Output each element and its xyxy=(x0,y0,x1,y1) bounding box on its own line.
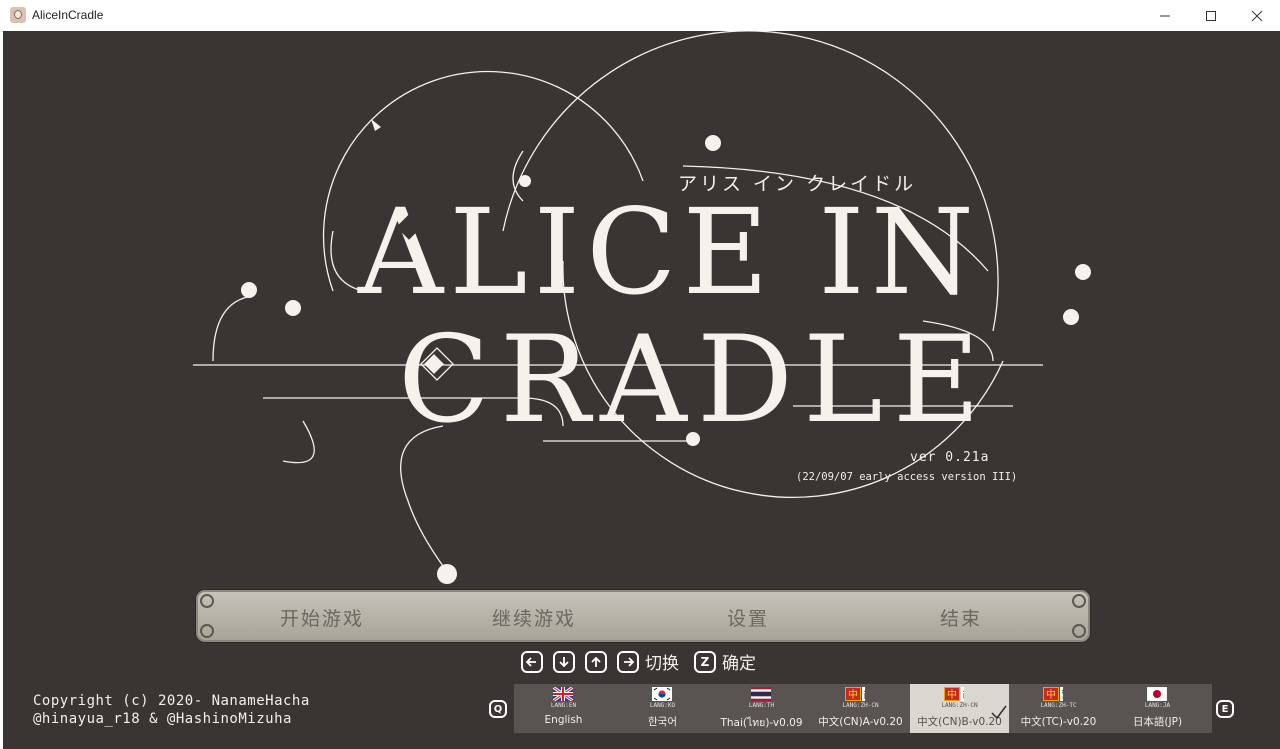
chinese-simplified-icon: 中 简 xyxy=(944,687,964,701)
lang-option-english[interactable]: LANG:EN English xyxy=(514,684,613,733)
copyright-line2: @hinayua_r18 & @HashinoMizuha xyxy=(33,711,292,727)
minimize-icon xyxy=(1160,15,1170,16)
continue-game-button[interactable]: 继续游戏 xyxy=(492,604,576,631)
version-label: ver 0.21a xyxy=(910,450,990,465)
corner-ornament xyxy=(1072,594,1086,608)
lang-option-japanese[interactable]: LANG:JA 日本語(JP) xyxy=(1108,684,1207,733)
arrow-down-icon xyxy=(553,650,575,673)
copyright-line1: Copyright (c) 2020- NanameHacha xyxy=(33,693,310,709)
lang-option-chinese-tc[interactable]: 中 繁 LANG:ZH-TC 中文(TC)-v0.20 xyxy=(1009,684,1108,733)
corner-ornament xyxy=(1072,624,1086,638)
lang-code: LANG:TH xyxy=(748,702,775,709)
lang-name: 中文(CN)A-v0.20 xyxy=(818,716,903,728)
svg-text:简: 简 xyxy=(864,688,866,701)
corner-ornament xyxy=(200,594,214,608)
lang-code: LANG:EN xyxy=(550,702,577,709)
lang-option-thai[interactable]: LANG:TH Thai(ไทย)-v0.09 xyxy=(712,684,811,733)
japan-flag-icon xyxy=(1147,687,1167,701)
lang-option-chinese-cn-a[interactable]: 中 简 LANG:ZH-CN 中文(CN)A-v0.20 xyxy=(811,684,910,733)
confirm-label: 确定 xyxy=(722,654,756,674)
lang-code: LANG:KO xyxy=(649,702,676,709)
svg-text:繁: 繁 xyxy=(1062,688,1064,701)
language-bar: LANG:EN English LANG:KO 한국어 LANG:TH Thai… xyxy=(514,684,1212,733)
arrow-right-icon xyxy=(617,650,639,673)
logo-line2: CRADLE xyxy=(398,311,990,450)
svg-text:中: 中 xyxy=(947,688,957,701)
chinese-simplified-icon: 中 简 xyxy=(845,687,865,701)
corner-ornament xyxy=(200,624,214,638)
quit-button[interactable]: 结束 xyxy=(940,604,982,631)
app-icon xyxy=(10,7,26,23)
switch-label: 切换 xyxy=(645,654,679,674)
thailand-flag-icon xyxy=(751,687,771,701)
arrow-left-icon xyxy=(521,650,543,673)
svg-text:中: 中 xyxy=(848,688,858,701)
logo-subtitle: アリス イン クレイドル xyxy=(678,173,917,195)
svg-text:中: 中 xyxy=(1046,688,1056,701)
game-viewport[interactable]: ALICE IN CRADLE アリス イン クレイドル ver 0.21a (… xyxy=(3,31,1280,749)
game-logo: ALICE IN CRADLE xyxy=(193,31,1091,584)
maximize-button[interactable] xyxy=(1188,0,1234,31)
z-key-icon: Z xyxy=(694,650,716,673)
lang-option-korean[interactable]: LANG:KO 한국어 xyxy=(613,684,712,733)
start-game-button[interactable]: 开始游戏 xyxy=(280,604,364,631)
settings-button[interactable]: 设置 xyxy=(727,604,769,631)
uk-flag-icon xyxy=(553,687,573,701)
lang-name: 日本語(JP) xyxy=(1132,716,1183,728)
lang-code: LANG:ZH-CN xyxy=(842,702,879,709)
main-menu: 开始游戏 继续游戏 设置 结束 xyxy=(195,589,1091,643)
checkmark-icon xyxy=(991,705,1007,720)
lang-code: LANG:ZH-TC xyxy=(1040,702,1077,709)
window-title: AliceInCradle xyxy=(32,8,104,22)
arrow-up-icon xyxy=(585,650,607,673)
lang-option-chinese-cn-b[interactable]: 中 简 LANG:ZH-CN 中文(CN)B-v0.20 xyxy=(910,684,1009,733)
close-button[interactable] xyxy=(1234,0,1280,31)
svg-text:简: 简 xyxy=(963,688,965,701)
minimize-button[interactable] xyxy=(1142,0,1188,31)
korea-flag-icon xyxy=(652,687,672,701)
close-icon xyxy=(1251,10,1263,21)
lang-name: Thai(ไทย)-v0.09 xyxy=(720,717,803,729)
chinese-traditional-icon: 中 繁 xyxy=(1043,687,1063,701)
logo-line1: ALICE IN xyxy=(357,183,980,321)
control-hint-confirm: Z 确定 xyxy=(694,649,756,674)
lang-name: 한국어 xyxy=(648,716,677,728)
lang-name: 中文(TC)-v0.20 xyxy=(1020,716,1097,728)
e-key-icon[interactable]: E xyxy=(1216,700,1234,718)
copyright: Copyright (c) 2020- NanameHacha @hinayua… xyxy=(33,692,310,728)
maximize-icon xyxy=(1206,10,1216,21)
q-key-icon[interactable]: Q xyxy=(489,700,507,718)
lang-name: English xyxy=(544,714,583,726)
lang-code: LANG:JA xyxy=(1144,702,1171,709)
build-label: (22/09/07 early access version III) xyxy=(796,471,1018,483)
window-titlebar: AliceInCradle xyxy=(0,0,1280,32)
control-hint-switch: 切换 xyxy=(521,649,679,674)
